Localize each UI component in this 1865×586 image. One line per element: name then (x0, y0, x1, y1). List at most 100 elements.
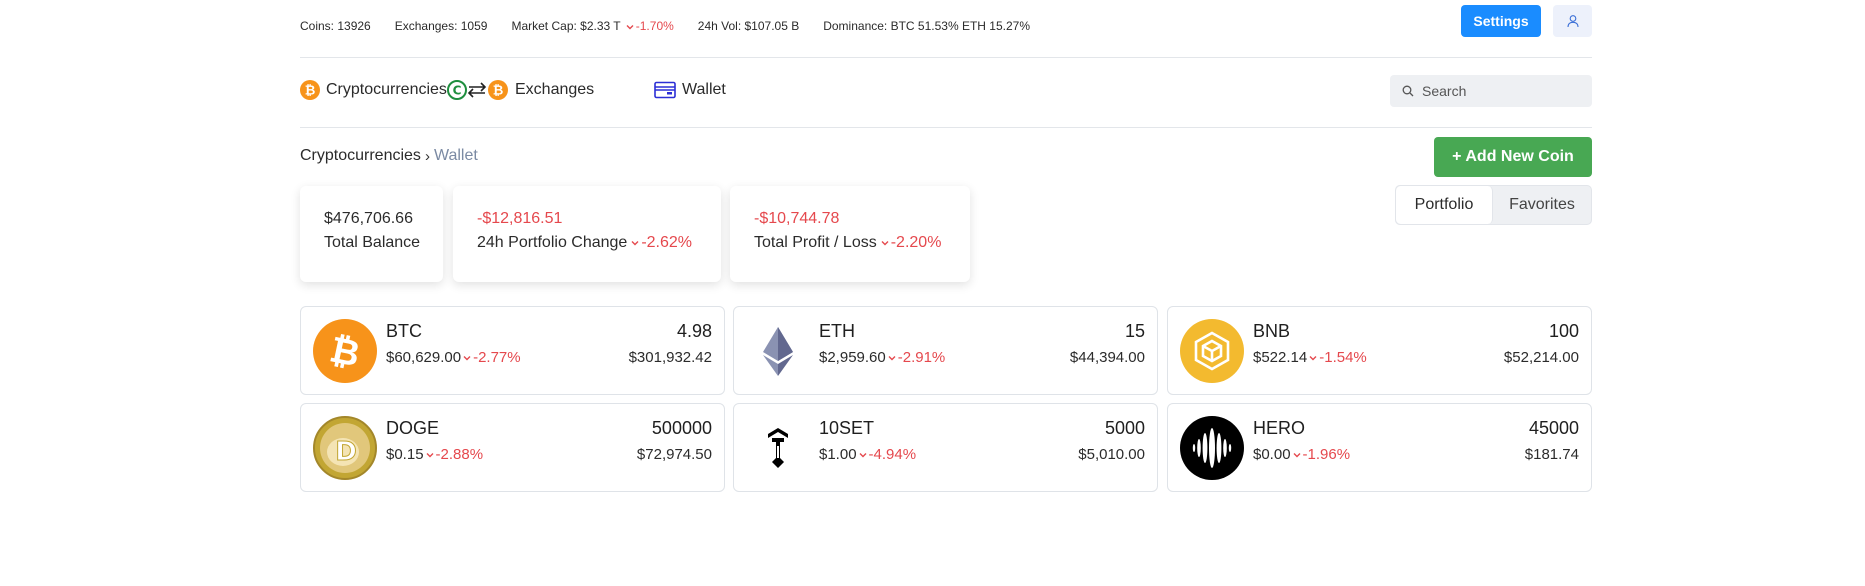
coin-price-row: $522.14 -1.54% (1253, 349, 1367, 366)
total-balance-card: $476,706.66 Total Balance (300, 186, 443, 282)
global-stats: Coins: 13926 Exchanges: 1059 Market Cap:… (300, 19, 1054, 33)
coin-amount: 500000 (651, 418, 712, 438)
portfolio-change-label: 24h Portfolio Change (477, 234, 628, 251)
coin-change: -2.91% (897, 349, 946, 366)
add-new-coin-button[interactable]: + Add New Coin (1434, 137, 1592, 177)
nav-exchanges-label: Exchanges (515, 81, 595, 98)
coin-price-row: $2,959.60 -2.91% (819, 349, 945, 366)
chevron-down-icon (1309, 355, 1317, 360)
total-balance-value: $476,706.66 (324, 210, 413, 227)
coin-change: -2.88% (435, 446, 484, 463)
chevron-down-icon (881, 241, 889, 246)
coin-price: $1.00 (819, 446, 857, 463)
coin-symbol: 10SET (819, 418, 875, 438)
coin-change: -1.96% (1302, 446, 1351, 463)
chevron-down-icon (631, 241, 639, 246)
nav-cryptocurrencies-label: Cryptocurrencies (326, 81, 447, 98)
bnb-icon (1180, 319, 1244, 383)
total-balance-label: Total Balance (324, 234, 421, 251)
coin-value: $52,214.00 (1503, 349, 1579, 366)
coin-price-row: $1.00 -4.94% (819, 446, 916, 463)
coin-price: $0.00 (1253, 446, 1291, 463)
coin-change: -1.54% (1319, 349, 1367, 366)
coin-value: $301,932.42 (628, 349, 712, 366)
coin-amount: 15 (1124, 321, 1145, 341)
profit-loss-value: -$10,744.78 (754, 210, 840, 227)
coin-value: $5,010.00 (1078, 446, 1145, 463)
search-box[interactable] (1390, 75, 1592, 107)
main-nav: ₿ Cryptocurrencies C ₿ Exchanges Wallet (300, 58, 1592, 128)
coin-symbol: BNB (1253, 321, 1291, 341)
coin-value: $181.74 (1524, 446, 1579, 463)
chevron-down-icon (1293, 452, 1301, 457)
coin-amount: 45000 (1528, 418, 1579, 438)
coin-value: $44,394.00 (1069, 349, 1145, 366)
coin-price: $60,629.00 (386, 349, 462, 366)
svg-text:C: C (453, 84, 462, 98)
chevron-down-icon (426, 452, 434, 457)
coin-price: $0.15 (386, 446, 424, 463)
nav-exchanges[interactable]: C ₿ Exchanges (447, 78, 594, 102)
stat-coins: Coins: 13926 (300, 19, 371, 33)
coin-value: $72,974.50 (636, 446, 712, 463)
portfolio-change-pct: -2.62% (641, 234, 693, 251)
tab-portfolio[interactable]: Portfolio (1396, 186, 1493, 224)
profit-loss-card: -$10,744.78 Total Profit / Loss -2.20% (730, 186, 970, 282)
stat-dominance: Dominance: BTC 51.53% ETH 15.27% (823, 19, 1030, 33)
nav-cryptocurrencies[interactable]: ₿ Cryptocurrencies (300, 78, 447, 102)
breadcrumb: Cryptocurrencies › Wallet (300, 147, 478, 165)
coin-card-10set[interactable]: 10SET $1.00 -4.94% 5000 $5,010.00 (733, 403, 1158, 492)
coin-symbol: BTC (386, 321, 422, 341)
coin-amount: 5000 (1104, 418, 1145, 438)
svg-text:₿: ₿ (493, 84, 504, 99)
coin-symbol: ETH (819, 321, 855, 341)
coin-change: -4.94% (868, 446, 917, 463)
stats-bar: Coins: 13926 Exchanges: 1059 Market Cap:… (300, 0, 1592, 58)
coin-card-btc[interactable]: ₿ BTC $60,629.00 -2.77% 4.98 $301,932.42 (300, 306, 725, 395)
stat-volume: 24h Vol: $107.05 B (697, 19, 800, 33)
coin-card-hero[interactable]: HERO $0.00 -1.96% 45000 $181.74 (1167, 403, 1592, 492)
search-icon (1402, 85, 1414, 97)
nav-wallet-label: Wallet (682, 81, 726, 98)
coin-symbol: DOGE (386, 418, 440, 438)
search-input[interactable] (1422, 83, 1582, 99)
stat-market-cap: Market Cap: $2.33 T -1.70% (511, 19, 673, 33)
tab-favorites[interactable]: Favorites (1493, 186, 1591, 224)
hero-icon (1180, 416, 1244, 480)
coin-amount: 4.98 (676, 321, 712, 341)
market-cap-value: Market Cap: $2.33 T (511, 19, 621, 33)
coin-price: $522.14 (1253, 349, 1308, 366)
coin-price-row: $60,629.00 -2.77% (386, 349, 521, 366)
coin-card-doge[interactable]: D DOGE $0.15 -2.88% 500000 $72,974.50 (300, 403, 725, 492)
settings-button[interactable]: Settings (1461, 5, 1541, 37)
coin-card-eth[interactable]: ETH $2,959.60 -2.91% 15 $44,394.00 (733, 306, 1158, 395)
breadcrumb-current: Wallet (433, 147, 478, 164)
profit-loss-label: Total Profit / Loss (754, 234, 877, 251)
coin-price-row: $0.00 -1.96% (1253, 446, 1350, 463)
coin-price-row: $0.15 -2.88% (386, 446, 483, 463)
coin-price: $2,959.60 (819, 349, 886, 366)
stat-exchanges: Exchanges: 1059 (394, 19, 488, 33)
chevron-down-icon (859, 452, 867, 457)
view-toggle: Portfolio Favorites (1395, 185, 1592, 225)
exchange-icon: C ₿ (447, 80, 508, 100)
chevron-down-icon (626, 24, 634, 30)
chevron-down-icon (888, 355, 896, 360)
svg-text:₿: ₿ (305, 84, 316, 99)
portfolio-change-card: -$12,816.51 24h Portfolio Change -2.62% (453, 186, 721, 282)
coin-symbol: HERO (1253, 418, 1306, 438)
user-profile-button[interactable] (1553, 5, 1592, 37)
profit-loss-pct: -2.20% (890, 234, 942, 251)
ethereum-icon (746, 319, 810, 383)
doge-icon: D (313, 416, 377, 480)
nav-wallet[interactable]: Wallet (654, 78, 726, 102)
profit-loss-row: Total Profit / Loss -2.20% (754, 234, 946, 252)
chevron-down-icon (463, 355, 471, 360)
coin-card-bnb[interactable]: BNB $522.14 -1.54% 100 $52,214.00 (1167, 306, 1592, 395)
wallet-icon (654, 81, 676, 99)
bitcoin-icon: ₿ (313, 319, 377, 383)
coin-change: -2.77% (473, 349, 521, 366)
breadcrumb-root[interactable]: Cryptocurrencies (300, 147, 421, 165)
bitcoin-icon: ₿ (300, 80, 320, 100)
tenset-icon (746, 416, 810, 480)
